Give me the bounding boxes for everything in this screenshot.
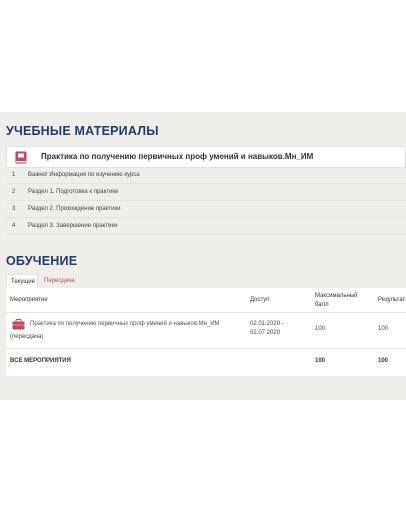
learning-heading: ОБУЧЕНИЕ [6, 254, 78, 268]
events-table: Мероприятие Доступ Максимальный балл Рез… [6, 288, 406, 376]
totals-label: ВСЕ МЕРОПРИЯТИЯ [10, 358, 71, 364]
column-header-max-score: Максимальный балл [315, 293, 358, 308]
access-to: 02.07.2020 [250, 330, 281, 336]
section-row[interactable]: 1 Важно! Информация по изучению курса [6, 168, 406, 184]
course-header[interactable]: Практика по получению первичных проф уме… [6, 146, 406, 168]
tab-current[interactable]: Текущие [6, 274, 38, 288]
column-header-result: Результат [378, 297, 406, 303]
section-row[interactable]: 3 Раздел 2. Прохождение практики [6, 202, 406, 218]
section-label[interactable]: Раздел 2. Прохождение практики [28, 206, 121, 212]
result-value: 100 [378, 326, 389, 332]
course-title[interactable]: Практика по получению первичных проф уме… [41, 152, 313, 161]
section-row[interactable]: 2 Раздел 1. Подготовка к практике [6, 185, 406, 201]
section-number: 1 [12, 172, 16, 178]
tab-retake[interactable]: Пересдача [40, 274, 79, 288]
divider [6, 348, 406, 349]
section-label[interactable]: Раздел 3. Завершение практики [28, 223, 117, 229]
section-number: 3 [12, 206, 16, 212]
column-header-access: Доступ [250, 297, 270, 303]
access-from: 02.01.2020 - [250, 321, 284, 327]
materials-heading: УЧЕБНЫЕ МАТЕРИАЛЫ [6, 124, 159, 138]
section-label[interactable]: Важно! Информация по изучению курса [28, 172, 140, 178]
section-number: 2 [12, 189, 16, 195]
section-number: 4 [12, 223, 16, 229]
max-score-value: 100 [315, 326, 326, 332]
book-icon [15, 151, 27, 164]
totals-result: 100 [378, 358, 389, 364]
event-title[interactable]: Практика по получению первичных проф уме… [30, 321, 220, 327]
section-row[interactable]: 4 Раздел 3. Завершение практики [6, 219, 406, 235]
totals-max-score: 100 [315, 358, 326, 364]
section-label[interactable]: Раздел 1. Подготовка к практике [28, 189, 118, 195]
event-suffix: (пересдача) [10, 334, 44, 340]
divider [6, 312, 406, 313]
briefcase-icon [12, 319, 25, 330]
column-header-event: Мероприятие [10, 297, 48, 303]
